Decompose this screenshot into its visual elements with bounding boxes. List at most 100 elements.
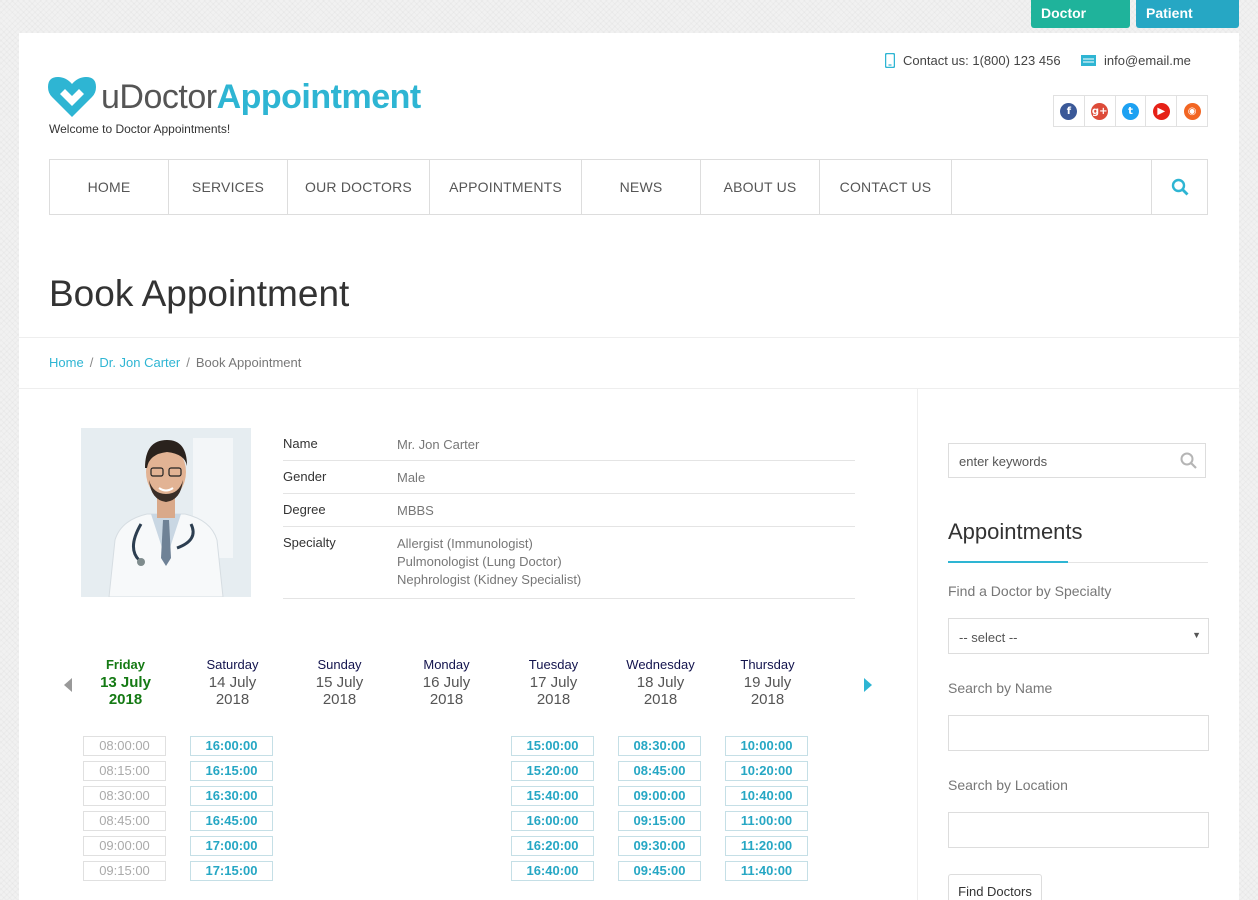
day-year: 2018 xyxy=(750,691,785,708)
nav-item-services[interactable]: SERVICES xyxy=(169,160,288,214)
time-slot: 08:00:00 xyxy=(83,736,166,756)
info-row-specialty: Specialty Allergist (Immunologist) Pulmo… xyxy=(283,527,855,599)
calendar-day-tuesday[interactable]: Tuesday 17 July 2018 xyxy=(500,657,607,708)
time-slot[interactable]: 10:40:00 xyxy=(725,786,808,806)
day-date: 16 July xyxy=(422,674,471,691)
time-slot[interactable]: 11:40:00 xyxy=(725,861,808,881)
time-slot[interactable]: 09:45:00 xyxy=(618,861,701,881)
specialty-select-value: -- select -- xyxy=(959,630,1018,645)
nav-item-news[interactable]: NEWS xyxy=(582,160,701,214)
social-link[interactable]: ◉ xyxy=(1177,96,1207,126)
time-slot[interactable]: 16:20:00 xyxy=(511,836,594,856)
logo-text-accent: Appointment xyxy=(216,77,422,116)
day-date: 13 July xyxy=(100,674,151,691)
site-logo[interactable]: uDoctorAppointment xyxy=(48,73,421,121)
info-label: Name xyxy=(283,436,318,451)
day-name: Monday xyxy=(423,657,470,672)
social-link[interactable]: f xyxy=(1054,96,1085,126)
time-slot[interactable]: 09:30:00 xyxy=(618,836,701,856)
time-slot[interactable]: 16:00:00 xyxy=(190,736,273,756)
time-slot: 09:00:00 xyxy=(83,836,166,856)
calendar-day-saturday[interactable]: Saturday 14 July 2018 xyxy=(179,657,286,708)
info-value: MBBS xyxy=(397,503,434,518)
logo-text: uDoctorAppointment xyxy=(101,78,421,117)
name-search-input[interactable] xyxy=(948,715,1209,751)
nav-item-home[interactable]: HOME xyxy=(50,160,169,214)
nav-item-our-doctors[interactable]: OUR DOCTORS xyxy=(288,160,430,214)
doctor-login-button[interactable]: Doctor Login xyxy=(1031,0,1130,48)
social-link[interactable]: g+ xyxy=(1085,96,1116,126)
patient-login-button[interactable]: Patient Login xyxy=(1136,0,1239,48)
divider xyxy=(19,388,1239,389)
contact-phone: Contact us: 1(800) 123 456 xyxy=(885,53,1061,68)
nav-item-about-us[interactable]: ABOUT US xyxy=(701,160,820,214)
chevron-down-icon: ▼ xyxy=(1192,630,1201,640)
tagline: Welcome to Doctor Appointments! xyxy=(49,122,231,136)
specialty-select[interactable]: -- select -- ▼ xyxy=(948,618,1209,654)
nav-item-contact-us[interactable]: CONTACT US xyxy=(820,160,952,214)
time-slot[interactable]: 17:00:00 xyxy=(190,836,273,856)
time-slot[interactable]: 11:20:00 xyxy=(725,836,808,856)
info-label: Degree xyxy=(283,502,326,517)
time-slot[interactable]: 16:15:00 xyxy=(190,761,273,781)
time-slot[interactable]: 15:40:00 xyxy=(511,786,594,806)
time-slot[interactable]: 15:00:00 xyxy=(511,736,594,756)
day-date: 15 July xyxy=(315,674,364,691)
time-slot[interactable]: 17:15:00 xyxy=(190,861,273,881)
calendar-day-wednesday[interactable]: Wednesday 18 July 2018 xyxy=(607,657,714,708)
specialty-label: Find a Doctor by Specialty xyxy=(948,583,1112,599)
google-plus-icon: g+ xyxy=(1091,102,1109,120)
info-label: Gender xyxy=(283,469,327,484)
logo-text-plain: uDoctor xyxy=(101,77,217,116)
location-search-input[interactable] xyxy=(948,812,1209,848)
calendar-day-thursday[interactable]: Thursday 19 July 2018 xyxy=(714,657,821,708)
contact-phone-text: Contact us: 1(800) 123 456 xyxy=(903,53,1061,68)
calendar-day-monday[interactable]: Monday 16 July 2018 xyxy=(393,657,500,708)
day-year: 2018 xyxy=(108,691,143,708)
time-slot[interactable]: 11:00:00 xyxy=(725,811,808,831)
social-links: f g+ t ▶ ◉ xyxy=(1053,95,1208,127)
calendar-prev-arrow-icon[interactable] xyxy=(64,678,72,692)
day-date: 18 July xyxy=(636,674,685,691)
time-slot[interactable]: 09:15:00 xyxy=(618,811,701,831)
info-value-list: Allergist (Immunologist) Pulmonologist (… xyxy=(397,535,581,589)
time-slot[interactable]: 16:40:00 xyxy=(511,861,594,881)
time-slot[interactable]: 09:00:00 xyxy=(618,786,701,806)
day-date: 19 July xyxy=(743,674,792,691)
day-year: 2018 xyxy=(536,691,571,708)
specialty-item: Allergist (Immunologist) xyxy=(397,536,533,551)
time-slot[interactable]: 10:00:00 xyxy=(725,736,808,756)
breadcrumb-home[interactable]: Home xyxy=(49,355,84,370)
envelope-icon xyxy=(1081,55,1096,66)
breadcrumb-current: Book Appointment xyxy=(195,355,302,370)
search-icon[interactable] xyxy=(1180,452,1197,469)
info-row-gender: Gender Male xyxy=(283,461,855,494)
main-nav: HOME SERVICES OUR DOCTORS APPOINTMENTS NEWS A… xyxy=(49,159,1208,215)
social-link[interactable]: ▶ xyxy=(1146,96,1178,126)
calendar-day-friday[interactable]: Friday 13 July 2018 xyxy=(72,657,179,708)
search-icon xyxy=(1171,178,1188,196)
doctor-portrait-icon xyxy=(81,428,251,597)
time-slot[interactable]: 08:45:00 xyxy=(618,761,701,781)
day-name: Thursday xyxy=(740,657,795,672)
time-slot[interactable]: 16:00:00 xyxy=(511,811,594,831)
day-date: 14 July xyxy=(208,674,257,691)
keyword-search-input[interactable]: enter keywords xyxy=(948,443,1206,478)
day-year: 2018 xyxy=(429,691,464,708)
contact-email-text: info@email.me xyxy=(1104,53,1191,68)
rss-icon: ◉ xyxy=(1183,102,1201,120)
nav-item-appointments[interactable]: APPOINTMENTS xyxy=(430,160,582,214)
name-label: Search by Name xyxy=(948,680,1053,696)
calendar-day-sunday[interactable]: Sunday 15 July 2018 xyxy=(286,657,393,708)
time-slot[interactable]: 15:20:00 xyxy=(511,761,594,781)
breadcrumb-doctor[interactable]: Dr. Jon Carter xyxy=(99,355,180,370)
time-slot[interactable]: 16:45:00 xyxy=(190,811,273,831)
social-link[interactable]: t xyxy=(1116,96,1147,126)
time-slot[interactable]: 10:20:00 xyxy=(725,761,808,781)
time-slot[interactable]: 08:30:00 xyxy=(618,736,701,756)
contact-email[interactable]: info@email.me xyxy=(1081,53,1191,68)
calendar-next-arrow-icon[interactable] xyxy=(864,678,872,692)
nav-search-button[interactable] xyxy=(1152,160,1207,214)
find-doctors-button[interactable]: Find Doctors xyxy=(948,874,1042,900)
time-slot[interactable]: 16:30:00 xyxy=(190,786,273,806)
